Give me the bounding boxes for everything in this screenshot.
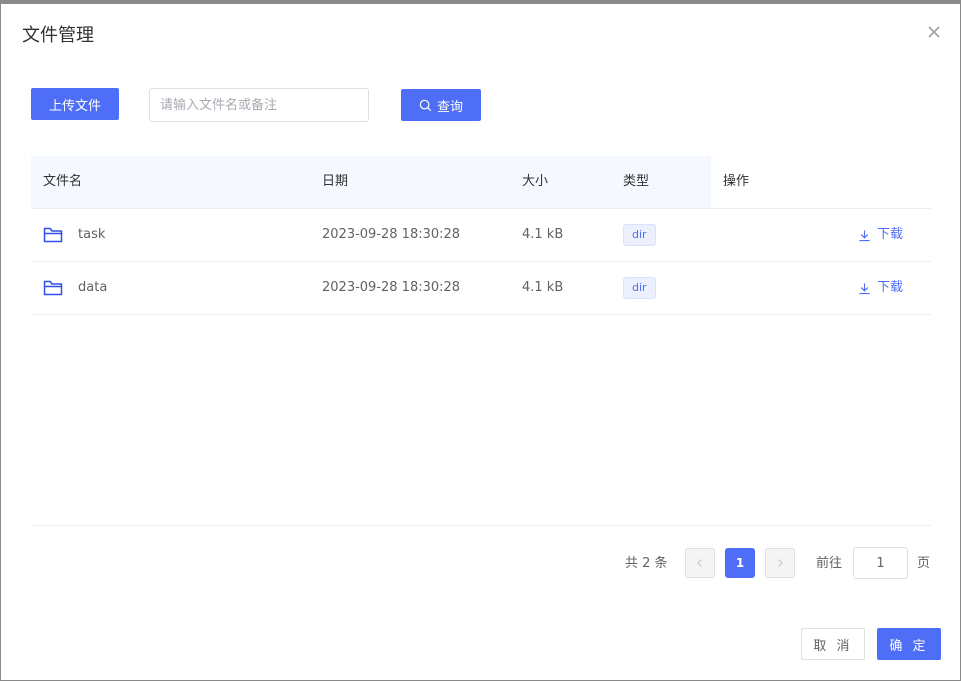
folder-icon bbox=[43, 227, 63, 243]
column-header-date[interactable]: 日期 bbox=[322, 156, 348, 208]
pagination-total: 共 2 条 bbox=[625, 556, 668, 571]
table-bottom-divider bbox=[31, 525, 931, 526]
cancel-button[interactable]: 取 消 bbox=[801, 628, 865, 660]
download-link[interactable]: 下载 bbox=[858, 262, 903, 314]
upload-file-button[interactable]: 上传文件 bbox=[31, 88, 119, 120]
file-date: 2023-09-28 18:30:28 bbox=[322, 280, 461, 295]
query-button-label: 查询 bbox=[436, 99, 463, 115]
file-size: 4.1 kB bbox=[522, 280, 564, 295]
file-date: 2023-09-28 18:30:28 bbox=[322, 227, 461, 242]
file-table: 文件名 日期 大小 类型 操作 task 2023-09-28 18:30:28… bbox=[31, 156, 931, 315]
pagination-goto-input[interactable] bbox=[853, 547, 908, 579]
close-button[interactable] bbox=[926, 24, 942, 40]
file-size: 4.1 kB bbox=[522, 227, 564, 242]
file-manager-dialog: 文件管理 上传文件 查询 文件名 日期 大小 类型 操作 task bbox=[1, 4, 960, 680]
table-row[interactable]: data 2023-09-28 18:30:28 4.1 kB dir 下载 bbox=[31, 262, 931, 315]
column-header-type[interactable]: 类型 bbox=[623, 156, 649, 208]
download-label: 下载 bbox=[877, 280, 904, 295]
table-header: 文件名 日期 大小 类型 操作 bbox=[31, 156, 931, 209]
chevron-right-icon bbox=[778, 559, 783, 567]
chevron-left-icon bbox=[697, 559, 702, 567]
file-type-tag: dir bbox=[623, 277, 656, 299]
column-header-actions: 操作 bbox=[723, 174, 750, 189]
pagination-page-suffix: 页 bbox=[917, 556, 931, 571]
search-input[interactable] bbox=[149, 88, 369, 122]
folder-icon bbox=[43, 280, 63, 296]
column-header-filename[interactable]: 文件名 bbox=[43, 156, 82, 208]
pagination-prev-button[interactable] bbox=[685, 548, 715, 578]
file-name[interactable]: task bbox=[78, 209, 105, 261]
pagination-goto-label: 前往 bbox=[816, 556, 843, 571]
file-type-tag: dir bbox=[623, 224, 656, 246]
download-label: 下载 bbox=[877, 227, 904, 242]
pagination-page-1[interactable]: 1 bbox=[725, 548, 755, 578]
download-icon bbox=[859, 282, 870, 294]
download-link[interactable]: 下载 bbox=[858, 209, 903, 261]
file-name[interactable]: data bbox=[78, 262, 107, 314]
pagination-next-button[interactable] bbox=[765, 548, 795, 578]
search-icon bbox=[419, 99, 432, 111]
dialog-title: 文件管理 bbox=[22, 25, 94, 46]
table-row[interactable]: task 2023-09-28 18:30:28 4.1 kB dir 下载 bbox=[31, 209, 931, 262]
query-button[interactable]: 查询 bbox=[401, 89, 481, 121]
column-header-size[interactable]: 大小 bbox=[522, 156, 548, 208]
close-icon bbox=[928, 26, 940, 38]
download-icon bbox=[859, 229, 870, 241]
confirm-button[interactable]: 确 定 bbox=[877, 628, 941, 660]
